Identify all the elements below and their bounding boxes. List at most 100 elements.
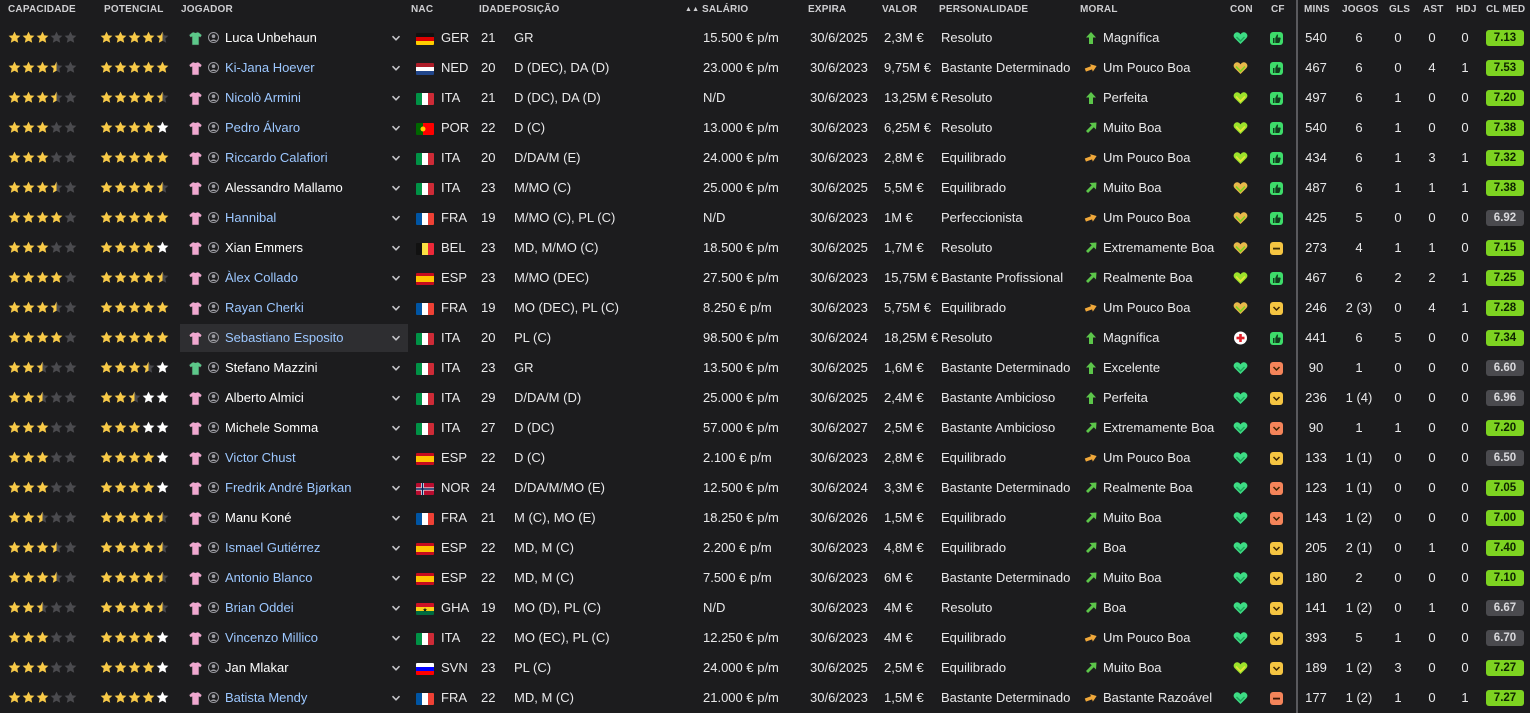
player-name[interactable]: Riccardo Calafiori	[225, 143, 385, 173]
chevron-down-icon[interactable]	[391, 63, 401, 73]
chevron-down-icon[interactable]	[391, 393, 401, 403]
chevron-down-icon[interactable]	[391, 423, 401, 433]
col-salario[interactable]: SALÁRIO	[702, 4, 748, 15]
chevron-down-icon[interactable]	[391, 153, 401, 163]
player-name[interactable]: Manu Koné	[225, 503, 385, 533]
chevron-down-icon[interactable]	[391, 123, 401, 133]
table-row[interactable]: Àlex Collado ESP 23 M/MO (DEC) 27.500 € p/m 3…	[0, 263, 1530, 293]
player-profile-icon[interactable]	[208, 212, 219, 223]
player-name[interactable]: Michele Somma	[225, 413, 385, 443]
col-nac[interactable]: NAC	[411, 4, 433, 15]
col-capacidade[interactable]: CAPACIDADE	[8, 4, 76, 15]
col-potencial[interactable]: POTENCIAL	[104, 4, 164, 15]
player-name[interactable]: Fredrik André Bjørkan	[225, 473, 385, 503]
chevron-down-icon[interactable]	[391, 513, 401, 523]
col-jogos[interactable]: JOGOS	[1342, 4, 1379, 15]
player-name[interactable]: Ismael Gutiérrez	[225, 533, 385, 563]
player-name[interactable]: Rayan Cherki	[225, 293, 385, 323]
chevron-down-icon[interactable]	[391, 543, 401, 553]
col-cl-med[interactable]: CL MED	[1486, 4, 1525, 15]
player-name[interactable]: Antonio Blanco	[225, 563, 385, 593]
chevron-down-icon[interactable]	[391, 213, 401, 223]
player-name[interactable]: Àlex Collado	[225, 263, 385, 293]
player-name[interactable]: Alessandro Mallamo	[225, 173, 385, 203]
player-profile-icon[interactable]	[208, 122, 219, 133]
table-row[interactable]: Luca Unbehaun GER 21 GR 15.500 € p/m 30/6/202…	[0, 23, 1530, 53]
col-personalidade[interactable]: PERSONALIDADE	[939, 4, 1028, 15]
table-row[interactable]: Fredrik André Bjørkan NOR 24 D/DA/M/MO (E) 1…	[0, 473, 1530, 503]
table-row[interactable]: Jan Mlakar SVN 23 PL (C) 24.000 € p/m 30/6/20…	[0, 653, 1530, 683]
table-row[interactable]: Antonio Blanco ESP 22 MD, M (C) 7.500 € p/m 3…	[0, 563, 1530, 593]
col-cf[interactable]: CF	[1271, 4, 1285, 15]
player-name[interactable]: Xian Emmers	[225, 233, 385, 263]
player-name[interactable]: Pedro Álvaro	[225, 113, 385, 143]
player-profile-icon[interactable]	[208, 182, 219, 193]
player-profile-icon[interactable]	[208, 392, 219, 403]
player-name[interactable]: Ki-Jana Hoever	[225, 53, 385, 83]
table-row[interactable]: Manu Koné FRA 21 M (C), MO (E) 18.250 € p/m 3…	[0, 503, 1530, 533]
player-profile-icon[interactable]	[208, 272, 219, 283]
chevron-down-icon[interactable]	[391, 363, 401, 373]
player-profile-icon[interactable]	[208, 602, 219, 613]
col-gls[interactable]: GLS	[1389, 4, 1410, 15]
player-name[interactable]: Jan Mlakar	[225, 653, 385, 683]
col-valor[interactable]: VALOR	[882, 4, 917, 15]
table-row[interactable]: Michele Somma ITA 27 D (DC) 57.000 € p/m 30/6…	[0, 413, 1530, 443]
table-row[interactable]: Vincenzo Millico ITA 22 MO (EC), PL (C) 12.2…	[0, 623, 1530, 653]
player-name[interactable]: Luca Unbehaun	[225, 23, 385, 53]
table-row[interactable]: Stefano Mazzini ITA 23 GR 13.500 € p/m 30/6/2…	[0, 353, 1530, 383]
col-con[interactable]: CON	[1230, 4, 1253, 15]
player-name[interactable]: Batista Mendy	[225, 683, 385, 713]
player-profile-icon[interactable]	[208, 452, 219, 463]
player-name[interactable]: Nicolò Armini	[225, 83, 385, 113]
col-posicao[interactable]: POSIÇÃO	[512, 4, 560, 15]
player-name[interactable]: Victor Chust	[225, 443, 385, 473]
chevron-down-icon[interactable]	[391, 333, 401, 343]
table-row[interactable]: Victor Chust ESP 22 D (C) 2.100 € p/m 30/6/20…	[0, 443, 1530, 473]
chevron-down-icon[interactable]	[391, 33, 401, 43]
table-row[interactable]: Ki-Jana Hoever NED 20 D (DEC), DA (D) 23.000…	[0, 53, 1530, 83]
col-idade[interactable]: IDADE	[479, 4, 511, 15]
chevron-down-icon[interactable]	[391, 663, 401, 673]
table-row[interactable]: Alberto Almici ITA 29 D/DA/M (D) 25.000 € p/…	[0, 383, 1530, 413]
player-profile-icon[interactable]	[208, 512, 219, 523]
chevron-down-icon[interactable]	[391, 453, 401, 463]
table-row[interactable]: Pedro Álvaro POR 22 D (C) 13.000 € p/m 30/6/2…	[0, 113, 1530, 143]
col-expira[interactable]: EXPIRA	[808, 4, 846, 15]
chevron-down-icon[interactable]	[391, 633, 401, 643]
player-profile-icon[interactable]	[208, 302, 219, 313]
table-row[interactable]: Nicolò Armini ITA 21 D (DC), DA (D) N/D 30/6/…	[0, 83, 1530, 113]
table-row[interactable]: Rayan Cherki FRA 19 MO (DEC), PL (C) 8.250 €…	[0, 293, 1530, 323]
player-profile-icon[interactable]	[208, 662, 219, 673]
table-row[interactable]: Brian Oddei GHA 19 MO (D), PL (C) N/D 30/6/20…	[0, 593, 1530, 623]
player-name[interactable]: Hannibal	[225, 203, 385, 233]
player-profile-icon[interactable]	[208, 62, 219, 73]
table-row[interactable]: Hannibal FRA 19 M/MO (C), PL (C) N/D 30/6/202…	[0, 203, 1530, 233]
chevron-down-icon[interactable]	[391, 273, 401, 283]
col-jogador[interactable]: JOGADOR	[181, 4, 233, 15]
player-profile-icon[interactable]	[208, 422, 219, 433]
chevron-down-icon[interactable]	[391, 603, 401, 613]
player-profile-icon[interactable]	[208, 542, 219, 553]
chevron-down-icon[interactable]	[391, 483, 401, 493]
col-moral[interactable]: MORAL	[1080, 4, 1118, 15]
player-name[interactable]: Brian Oddei	[225, 593, 385, 623]
col-hdj[interactable]: HDJ	[1456, 4, 1477, 15]
table-row[interactable]: Alessandro Mallamo ITA 23 M/MO (C) 25.000 € …	[0, 173, 1530, 203]
player-name[interactable]: Alberto Almici	[225, 383, 385, 413]
player-profile-icon[interactable]	[208, 632, 219, 643]
player-profile-icon[interactable]	[208, 242, 219, 253]
col-mins[interactable]: MINS	[1304, 4, 1330, 15]
table-row[interactable]: Riccardo Calafiori ITA 20 D/DA/M (E) 24.000 …	[0, 143, 1530, 173]
player-profile-icon[interactable]	[208, 332, 219, 343]
player-profile-icon[interactable]	[208, 362, 219, 373]
chevron-down-icon[interactable]	[391, 93, 401, 103]
player-profile-icon[interactable]	[208, 92, 219, 103]
chevron-down-icon[interactable]	[391, 243, 401, 253]
table-row[interactable]: Ismael Gutiérrez ESP 22 MD, M (C) 2.200 € p/…	[0, 533, 1530, 563]
col-ast[interactable]: AST	[1423, 4, 1444, 15]
player-profile-icon[interactable]	[208, 692, 219, 703]
table-row[interactable]: Sebastiano Esposito ITA 20 PL (C) 98.500 € p…	[0, 323, 1530, 353]
player-profile-icon[interactable]	[208, 152, 219, 163]
chevron-down-icon[interactable]	[391, 183, 401, 193]
